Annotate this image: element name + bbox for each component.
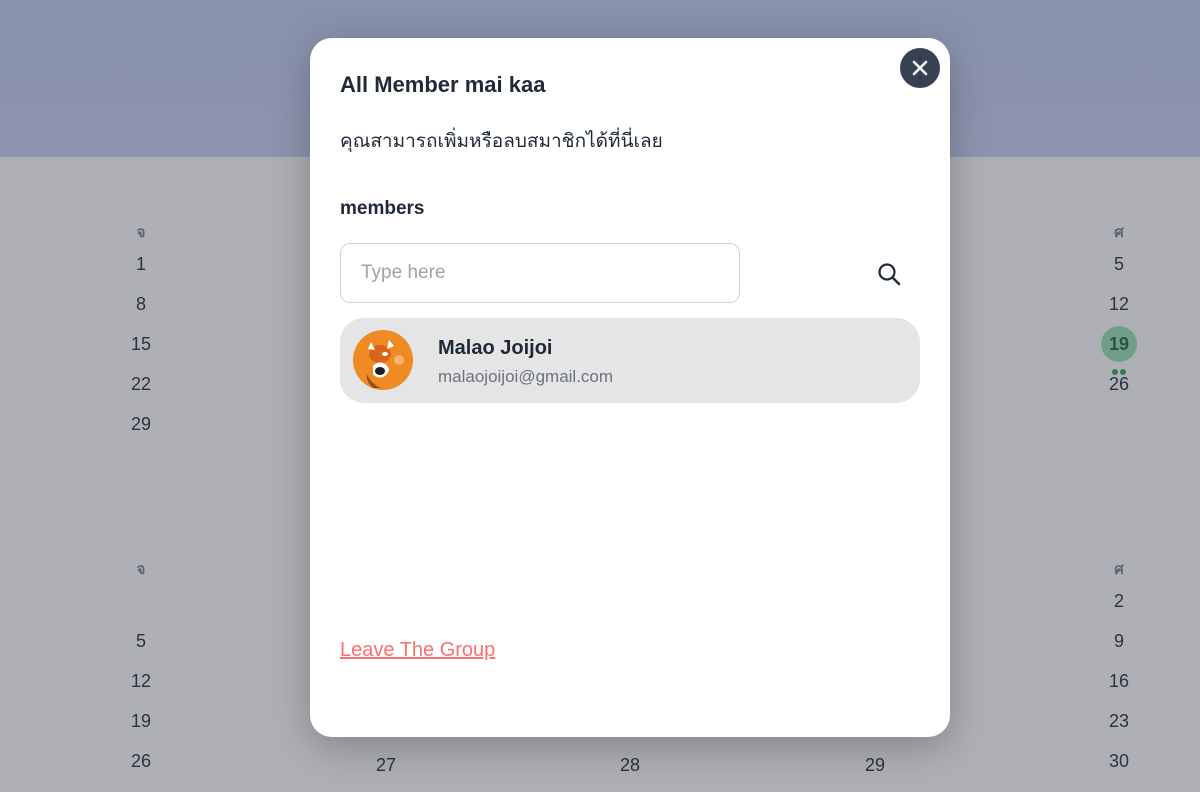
modal-description: คุณสามารถเพิ่มหรือลบสมาชิกได้ที่นี่เลย (340, 130, 663, 152)
member-email: malaojoijoi@gmail.com (438, 367, 614, 386)
search-icon (878, 263, 901, 286)
close-icon (912, 60, 928, 76)
member-search-input[interactable] (340, 243, 740, 303)
leave-group-link[interactable]: Leave The Group (340, 639, 495, 662)
orange-cat-avatar-icon (353, 330, 413, 390)
search-button[interactable] (875, 260, 903, 288)
members-modal: All Member mai kaa คุณสามารถเพิ่มหรือลบส… (310, 38, 950, 737)
close-button[interactable] (900, 48, 940, 88)
modal-title: All Member mai kaa (340, 72, 546, 97)
avatar (353, 330, 413, 390)
members-section-label: members (340, 198, 425, 219)
member-list-item[interactable]: Malao Joijoi malaojoijoi@gmail.com (340, 318, 920, 403)
member-name: Malao Joijoi (438, 337, 553, 359)
